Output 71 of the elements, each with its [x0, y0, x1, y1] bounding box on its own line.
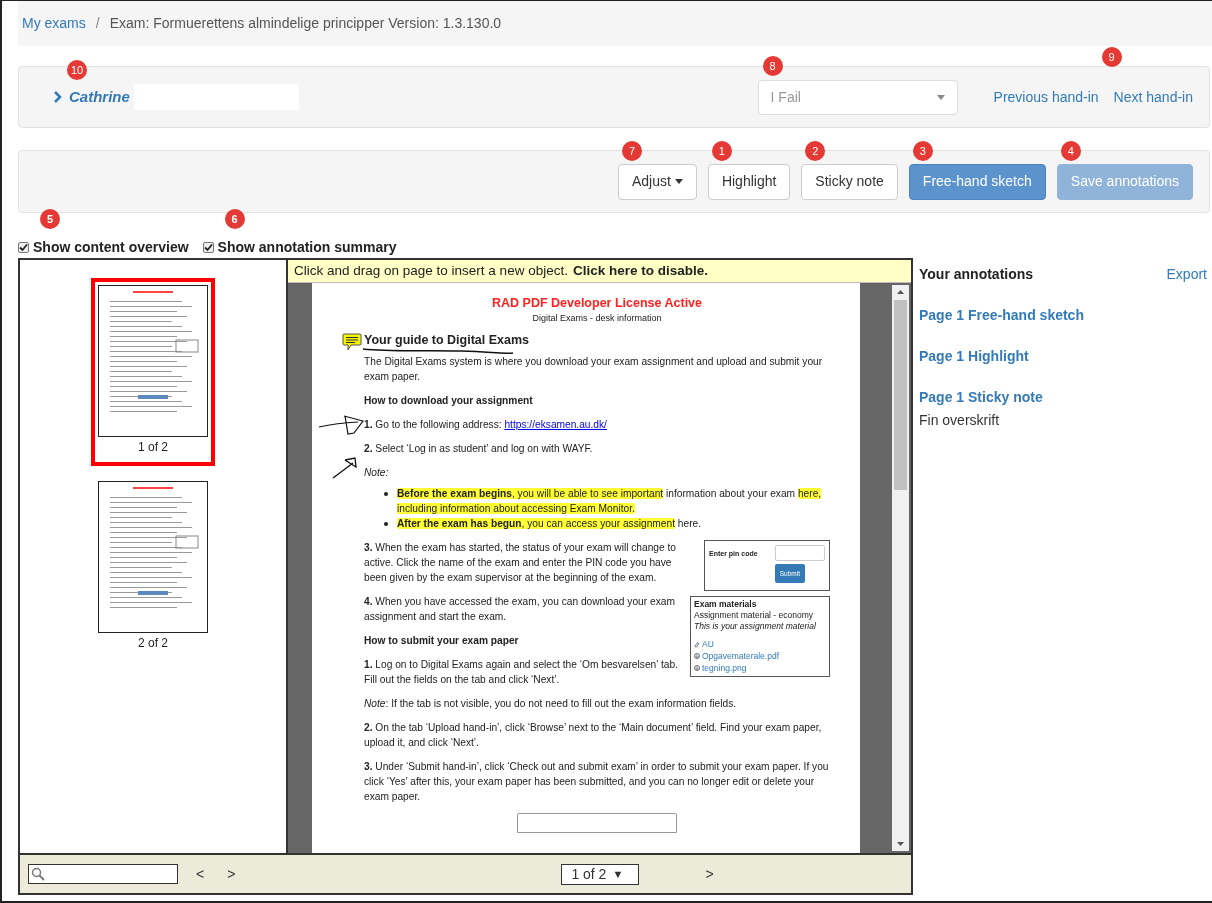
note-label: Note:: [364, 467, 389, 478]
number-badge: 9: [1101, 46, 1122, 67]
page-thumbnail[interactable]: 1 of 2: [91, 278, 215, 466]
list-item: Before the exam begins, you will be able to see important information about your exam here, including information about accessing Exam Monitor.: [397, 487, 823, 516]
paragraph: Note: If the tab is not visible, you do not need to fill out the exam information fields.: [364, 698, 737, 709]
checkbox-label[interactable]: Show content overview: [33, 236, 189, 258]
page-label: 1 of 2: [138, 439, 168, 456]
paragraph: 2. On the tab ‘Upload hand-in’, click ‘Browse’ next to the ‘Main document’ field. Find your exam paper, upload it, and click ‘Next’.: [364, 722, 822, 748]
section-heading: How to download your assignment: [364, 394, 534, 408]
hand-in-link[interactable]: Previous hand-in: [993, 86, 1099, 108]
adjust-dropdown[interactable]: Adjust: [617, 163, 697, 200]
bullet-icon: [384, 522, 388, 526]
breadcrumb-separator: /: [95, 14, 100, 33]
download-icon: [694, 665, 700, 671]
paragraph: 4. When you have accessed the exam, you can download your exam assignment and start the exam.: [364, 596, 675, 622]
previous-button[interactable]: <: [192, 863, 209, 885]
figure-text: This is your assignment material: [694, 621, 817, 632]
paragraph: 2. Select ‘Log in as student’ and log on with WAYF.: [364, 443, 593, 454]
disable-link[interactable]: Click here to disable.: [572, 260, 708, 282]
scrollbar[interactable]: [892, 285, 909, 851]
panel-title: Your annotations: [919, 265, 1034, 284]
caret-icon: [936, 94, 945, 100]
number-badge: 10: [67, 60, 87, 80]
sticky-note-icon[interactable]: [342, 333, 362, 351]
document-caption: Digital Exams - desk information: [531, 312, 663, 325]
next-button[interactable]: >: [223, 863, 240, 885]
checkbox-label[interactable]: Show annotation summary: [217, 236, 397, 258]
toolbar-button[interactable]: Highlight: [707, 163, 791, 200]
hand-in-link[interactable]: Next hand-in: [1113, 86, 1193, 108]
annotation-note: Fin overskrift: [919, 411, 1001, 430]
paperclip-icon: [694, 640, 700, 648]
checkbox[interactable]: [18, 241, 29, 253]
toolbar-button[interactable]: Sticky note: [801, 163, 898, 200]
number-badge: 7: [621, 140, 642, 161]
chevron-icon[interactable]: [53, 91, 63, 103]
search-field[interactable]: [28, 864, 178, 884]
number-badge: 1: [711, 140, 732, 161]
annotation-link[interactable]: Page 1 Sticky note: [919, 387, 1207, 408]
paragraph: 1. Go to the following address: https://eksamen.au.dk/: [364, 419, 607, 430]
page-select[interactable]: 1 of 2 ▼: [561, 863, 640, 885]
download-icon: [694, 653, 700, 659]
figure-text: Assignment material - economy: [694, 610, 815, 621]
checkbox[interactable]: [202, 241, 214, 253]
paragraph: 3. Under ‘Submit hand-in’, click ‘Check out and submit exam’ in order to submit your exam paper. If you click ‘Yes’ after this, your exam paper has been submitted, and you can no longer edit or delete your exam paper.: [364, 761, 829, 802]
scrollbar-thumb[interactable]: [894, 300, 907, 490]
paragraph: The Digital Exams system is where you download your exam assignment and upload and submit your exam paper.: [364, 356, 823, 382]
export-link[interactable]: Export: [1166, 264, 1207, 285]
number-badge: 3: [912, 140, 933, 161]
document-title: Your guide to Digital Exams: [364, 333, 530, 347]
page-thumbnail[interactable]: 2 of 2: [91, 474, 215, 662]
student-name[interactable]: Cathrine: [69, 85, 130, 109]
annotation-link[interactable]: Page 1 Free-hand sketch: [919, 305, 1207, 326]
page-label: 2 of 2: [138, 635, 168, 652]
breadcrumb-link[interactable]: My exams: [22, 13, 86, 34]
next-page-button[interactable]: >: [701, 863, 718, 885]
list-item: After the exam has begun, you can access your assignment here.: [397, 517, 702, 531]
number-badge: 2: [805, 140, 826, 161]
paragraph: 1. Log on to Digital Exams again and select the ‘Om besvarelsen’ tab. Fill out the fields on the tab and click ‘Next’.: [364, 659, 678, 685]
license-notice: RAD PDF Developer License Active: [491, 296, 703, 311]
number-badge: 8: [762, 55, 783, 76]
caret-icon: [674, 179, 683, 184]
search-icon: [31, 867, 45, 881]
number-badge: 4: [1060, 140, 1081, 161]
bullet-icon: [384, 492, 388, 496]
section-heading: How to submit your exam paper: [364, 634, 520, 648]
annotation-link[interactable]: Page 1 Highlight: [919, 346, 1207, 367]
paragraph: 3. When the exam has started, the status of your exam will change to active. Click the name of the exam and enter the PIN code you have been given by the exam supervisor at the beginning of the exam.: [364, 542, 677, 583]
notice-text: Click and drag on page to insert a new object.: [294, 261, 568, 280]
document-link[interactable]: https://eksamen.au.dk/: [504, 419, 607, 430]
figure-title: Exam materials: [694, 599, 758, 610]
breadcrumb-current: Exam: Formuerettens almindelige principper Version: 1.3.130.0: [109, 14, 502, 33]
